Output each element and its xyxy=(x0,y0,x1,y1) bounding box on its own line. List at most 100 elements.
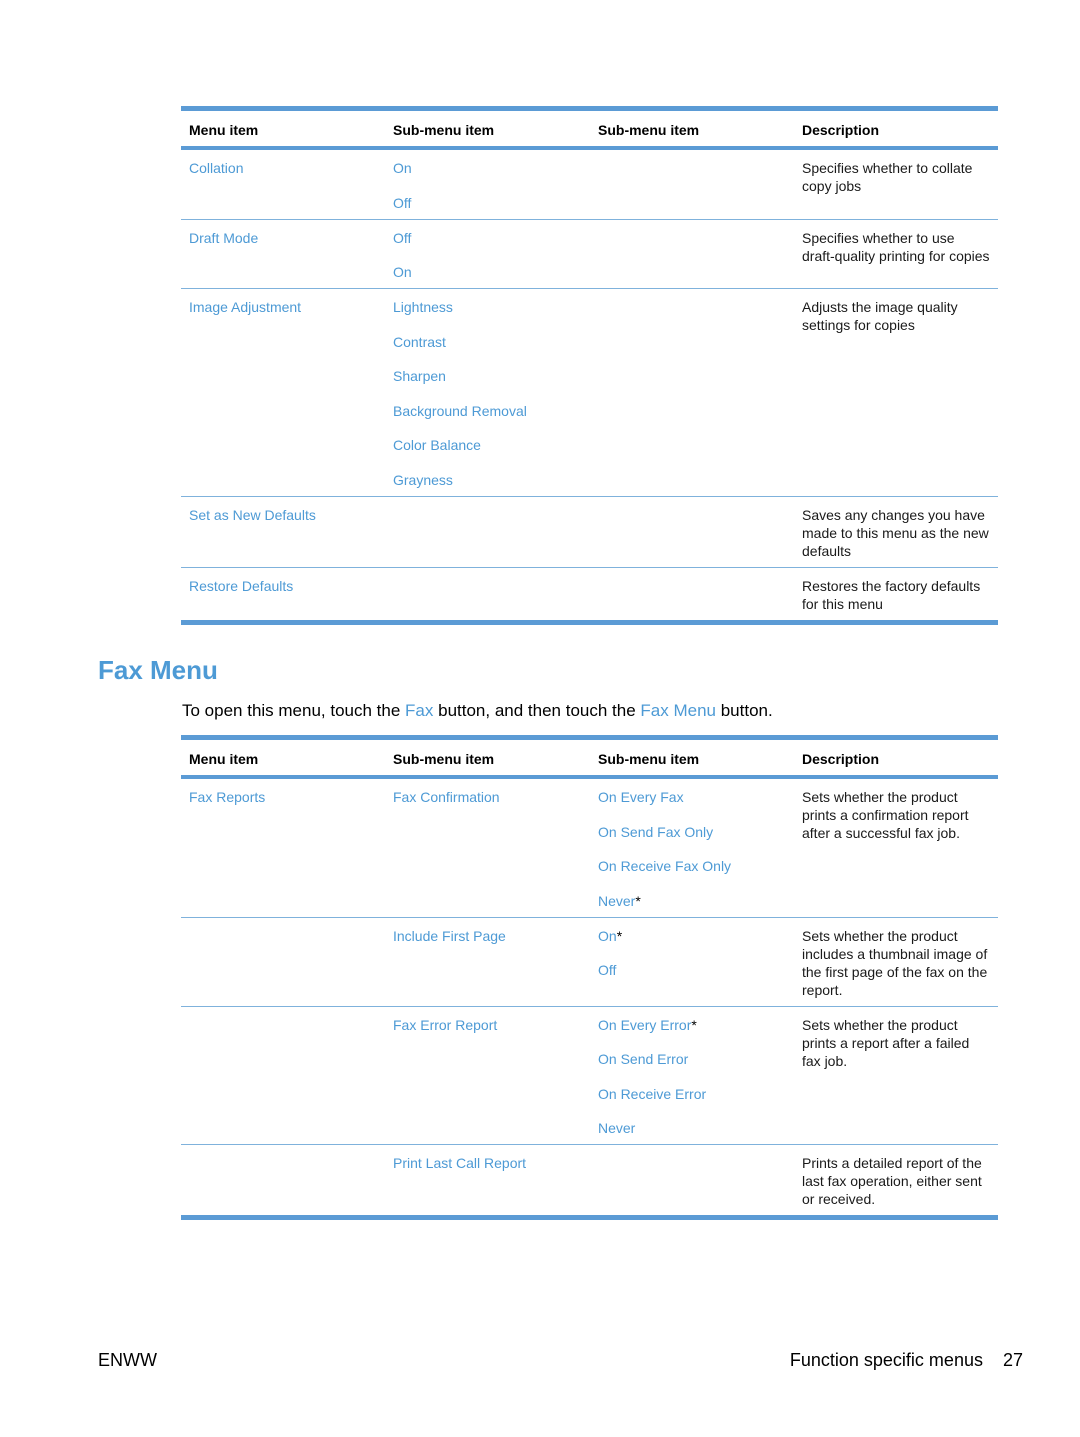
fax-table-body: Fax Reports Fax Confirmation On Every Fax O… xyxy=(181,777,998,1218)
menu-item-link[interactable]: Fax Reports xyxy=(189,789,265,805)
default-marker: * xyxy=(635,892,641,909)
menu-item-cell: Collation xyxy=(181,148,385,219)
option-label: On Every Error xyxy=(598,1016,692,1033)
section-title: Fax Menu xyxy=(98,655,218,685)
description-cell: Restores the factory defaults for this m… xyxy=(802,577,981,612)
sub-menu-2-cell xyxy=(590,148,794,219)
option-label: On Receive Fax Only xyxy=(598,858,732,874)
table-row: Fax Reports Fax Confirmation On Every Fax O… xyxy=(181,777,998,917)
sub-menu-option[interactable]: Never xyxy=(598,1119,786,1137)
sub-menu-cell xyxy=(385,496,590,567)
table-row: Print Last Call Report Prints a detailed … xyxy=(181,1145,998,1218)
footer-locale-code: ENWW xyxy=(98,1350,157,1370)
sub-menu-option[interactable]: Off xyxy=(393,194,582,212)
table-row: Image Adjustment Lightness Contrast Sharpen… xyxy=(181,289,998,497)
menu-item-cell: Image Adjustment xyxy=(181,289,385,497)
table-row: Restore Defaults Restores the factory def… xyxy=(181,567,998,622)
sub-menu-option[interactable]: Background Removal xyxy=(393,402,582,437)
copy-table-body: Collation On Off Specifies whether to colla… xyxy=(181,148,998,622)
intro-paragraph: To open this menu, touch the Fax button,… xyxy=(182,701,773,721)
intro-text: button, and then touch the xyxy=(433,701,641,720)
sub-menu-option[interactable]: On Receive Error xyxy=(598,1085,786,1120)
sub-menu-cell: Lightness Contrast Sharpen Background Remov… xyxy=(385,289,590,497)
sub-menu-option[interactable]: Color Balance xyxy=(393,436,582,471)
option-label: On Receive Error xyxy=(598,1085,707,1102)
sub-menu-option[interactable]: Off xyxy=(393,229,582,264)
sub-menu-option[interactable]: On Send Fax Only xyxy=(598,823,786,858)
sub-menu-option[interactable]: Off xyxy=(598,961,786,979)
sub-menu-cell: On Off xyxy=(385,148,590,219)
sub-menu-option[interactable]: On Send Error xyxy=(598,1050,786,1085)
menu-item-cell: Restore Defaults xyxy=(181,567,385,622)
table-header-row: Menu item Sub-menu item Sub-menu item De… xyxy=(181,108,998,148)
table-header-row: Menu item Sub-menu item Sub-menu item De… xyxy=(181,737,998,777)
sub-menu-option[interactable]: On Every Fax xyxy=(598,788,786,823)
sub-menu-cell: Print Last Call Report xyxy=(385,1145,590,1218)
header-sub-menu-item: Sub-menu item xyxy=(393,751,495,767)
sub-menu-option[interactable]: Contrast xyxy=(393,333,582,368)
fax-button-link[interactable]: Fax xyxy=(405,701,433,720)
sub-menu-2-cell xyxy=(590,496,794,567)
sub-menu-option[interactable]: Fax Error Report xyxy=(393,1016,582,1034)
description-cell: Sets whether the product prints a confir… xyxy=(802,789,969,841)
sub-menu-2-cell xyxy=(590,219,794,289)
footer-section-title: Function specific menus xyxy=(789,1350,983,1370)
description-cell: Sets whether the product includes a thum… xyxy=(802,927,988,998)
description-cell: Prints a detailed report of the last fax… xyxy=(802,1155,982,1207)
menu-item-cell xyxy=(181,1145,385,1218)
header-sub-menu-item: Sub-menu item xyxy=(393,122,495,138)
option-label: On Send Error xyxy=(598,1051,689,1067)
sub-menu-2-cell xyxy=(590,567,794,622)
sub-menu-cell: Include First Page xyxy=(385,917,590,1006)
sub-menu-2-cell: On Every Error* On Send Error On Receive E… xyxy=(590,1006,794,1145)
fax-menu-table: Menu item Sub-menu item Sub-menu item De… xyxy=(181,735,998,1220)
description-cell: Saves any changes you have made to this … xyxy=(802,506,989,559)
menu-item-link[interactable]: Draft Mode xyxy=(189,230,258,246)
menu-item-link[interactable]: Set as New Defaults xyxy=(189,507,316,523)
sub-menu-2-cell: On* Off xyxy=(590,917,794,1006)
table-row: Collation On Off Specifies whether to colla… xyxy=(181,148,998,219)
table-row: Set as New Defaults Saves any changes you… xyxy=(181,496,998,567)
sub-menu-option[interactable]: On Every Error* xyxy=(598,1016,786,1051)
option-label: On Send Fax Only xyxy=(598,823,714,840)
header-description: Description xyxy=(802,751,880,767)
description-cell: Specifies whether to collate copy jobs xyxy=(802,160,973,194)
page-number: 27 xyxy=(1002,1350,1023,1370)
header-menu-item: Menu item xyxy=(189,122,259,138)
menu-item-link[interactable]: Restore Defaults xyxy=(189,578,293,594)
sub-menu-option[interactable]: Never* xyxy=(598,892,786,910)
footer-right: Function specific menus 27 xyxy=(790,1350,1023,1371)
menu-item-link[interactable]: Image Adjustment xyxy=(189,299,301,315)
menu-item-cell: Set as New Defaults xyxy=(181,496,385,567)
sub-menu-cell: Fax Confirmation xyxy=(385,777,590,917)
menu-item-cell xyxy=(181,917,385,1006)
sub-menu-option[interactable]: Include First Page xyxy=(393,927,582,945)
sub-menu-option[interactable]: On xyxy=(393,263,582,281)
option-label: Off xyxy=(598,962,617,978)
sub-menu-option[interactable]: Grayness xyxy=(393,471,582,489)
sub-menu-cell xyxy=(385,567,590,622)
option-label: Never xyxy=(598,892,636,909)
menu-item-cell: Fax Reports xyxy=(181,777,385,917)
sub-menu-option[interactable]: On Receive Fax Only xyxy=(598,857,786,892)
sub-menu-cell: Off On xyxy=(385,219,590,289)
header-description: Description xyxy=(802,122,880,138)
option-label: On xyxy=(598,927,617,944)
sub-menu-2-cell xyxy=(590,1145,794,1218)
option-label: Never xyxy=(598,1120,636,1136)
fax-menu-button-link[interactable]: Fax Menu xyxy=(640,701,716,720)
sub-menu-option[interactable]: On xyxy=(393,159,582,194)
intro-text: To open this menu, touch the xyxy=(182,701,406,720)
description-cell: Sets whether the product prints a report… xyxy=(802,1016,970,1069)
option-label: On Every Fax xyxy=(598,789,684,805)
table-row: Fax Error Report On Every Error* On Send E… xyxy=(181,1006,998,1145)
sub-menu-option[interactable]: On* xyxy=(598,927,786,962)
sub-menu-option[interactable]: Lightness xyxy=(393,298,582,333)
sub-menu-option[interactable]: Fax Confirmation xyxy=(393,788,582,806)
sub-menu-2-cell xyxy=(590,289,794,497)
menu-item-link[interactable]: Collation xyxy=(189,160,243,176)
sub-menu-option[interactable]: Print Last Call Report xyxy=(393,1154,582,1172)
sub-menu-option[interactable]: Sharpen xyxy=(393,367,582,402)
menu-item-cell xyxy=(181,1006,385,1145)
menu-item-cell: Draft Mode xyxy=(181,219,385,289)
